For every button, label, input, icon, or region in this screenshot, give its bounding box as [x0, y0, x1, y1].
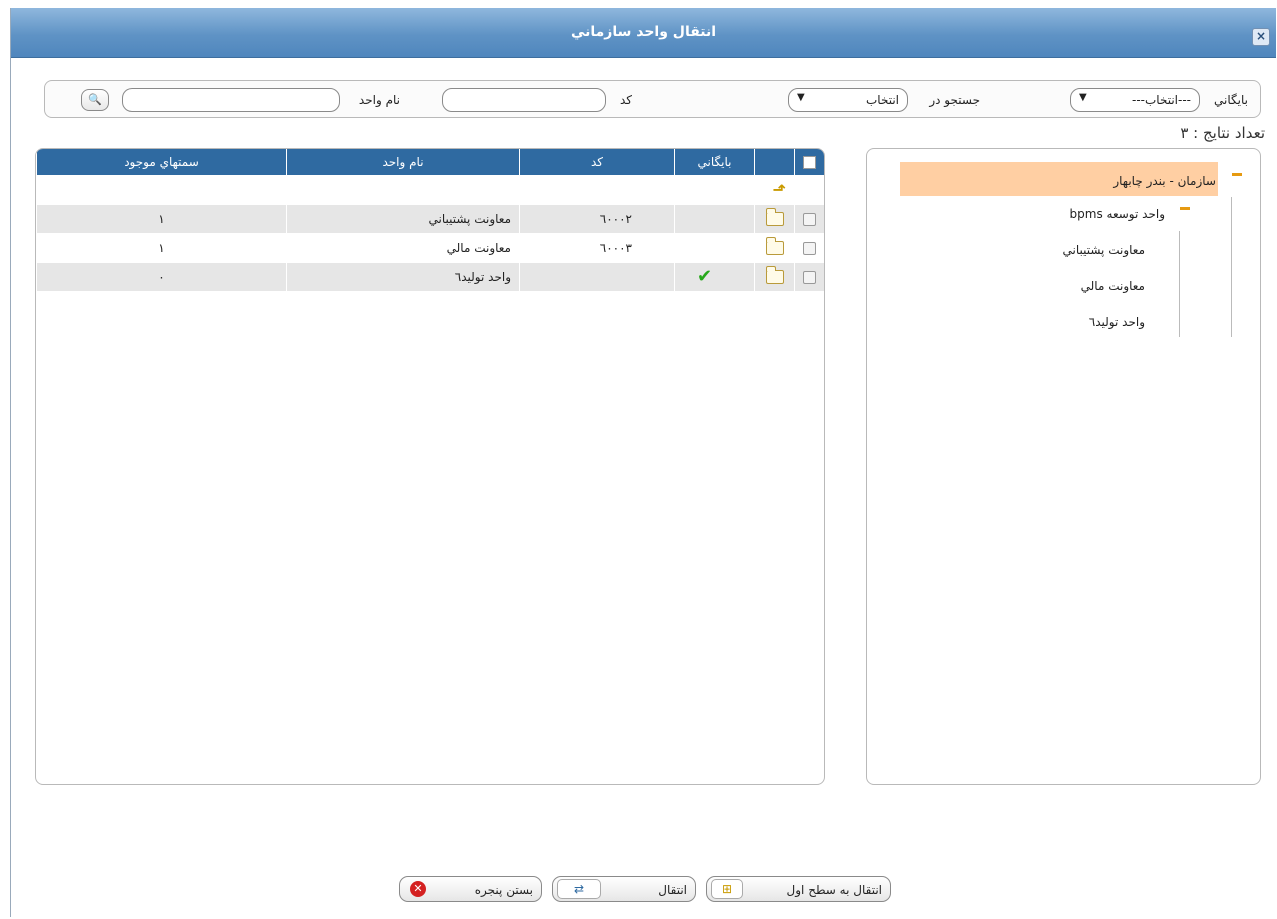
- folder-icon[interactable]: [765, 207, 784, 226]
- table-row[interactable]: ✔ واحد توليد٦ ٠: [36, 261, 824, 291]
- archive-select-value: ---انتخاب---: [1132, 93, 1191, 107]
- close-icon[interactable]: ×: [1252, 28, 1270, 46]
- archive-column-header[interactable]: بايگاني: [674, 149, 755, 175]
- title-bar[interactable]: انتقال واحد سازماني ×: [11, 8, 1276, 58]
- move-to-top-level-button[interactable]: انتقال به سطح اول ⊞: [706, 876, 891, 902]
- code-cell: [519, 261, 675, 291]
- chevron-down-icon: ▼: [797, 92, 805, 103]
- select-all-cell: [794, 149, 824, 175]
- code-cell: ٦٠٠٠٢: [519, 203, 675, 233]
- unit-name-cell: معاونت مالي: [286, 232, 520, 262]
- tree-line: [1179, 231, 1180, 337]
- archive-select[interactable]: ---انتخاب--- ▼: [1070, 88, 1200, 112]
- unit-name-input[interactable]: [122, 88, 340, 112]
- archive-cell: ✔: [674, 261, 755, 291]
- folder-icon[interactable]: [765, 236, 784, 255]
- unit-name-cell: واحد توليد٦: [286, 261, 520, 291]
- archive-label: بايگاني: [1214, 93, 1248, 107]
- tree-leaf-support[interactable]: معاونت پشتيباني: [1062, 243, 1145, 257]
- up-folder-icon[interactable]: ⬏: [773, 180, 786, 199]
- code-column-header[interactable]: كد: [519, 149, 675, 175]
- icon-column-header: [754, 149, 795, 175]
- table-row[interactable]: ٦٠٠٠٢ معاونت پشتيباني ١: [36, 203, 824, 233]
- unit-name-column-header[interactable]: نام واحد: [286, 149, 520, 175]
- close-window-label: بستن پنجره: [474, 883, 533, 897]
- check-icon: ✔: [697, 266, 713, 288]
- tree-line: [1231, 197, 1232, 337]
- row-checkbox[interactable]: [803, 241, 817, 255]
- search-icon: 🔍: [88, 93, 102, 106]
- positions-cell: ٠: [36, 261, 287, 291]
- org-tree-panel: سازمان - بندر چابهار واحد توسعه bpms معا…: [866, 148, 1261, 785]
- close-window-button[interactable]: بستن پنجره ✕: [399, 876, 542, 902]
- dialog-window: انتقال واحد سازماني × بايگاني ---انتخاب-…: [10, 8, 1276, 917]
- tree-leaf-production[interactable]: واحد توليد٦: [1089, 315, 1145, 329]
- units-table: بايگاني كد نام واحد سمتهاي موجود ⬏ ٦٠٠٠٢: [36, 149, 824, 291]
- table-header-row: بايگاني كد نام واحد سمتهاي موجود: [36, 149, 824, 175]
- close-x: ✕: [410, 881, 426, 897]
- folder-icon[interactable]: [765, 266, 784, 284]
- folder-move-icon: ⇄: [557, 879, 601, 899]
- row-checkbox[interactable]: [803, 270, 817, 284]
- results-count: تعداد نتايج : ٣: [1180, 124, 1265, 142]
- search-in-select-value: انتخاب: [866, 93, 899, 107]
- positions-cell: ١: [36, 232, 287, 262]
- unit-name-cell: معاونت پشتيباني: [286, 203, 520, 233]
- close-circle-icon: ✕: [404, 879, 432, 899]
- row-checkbox[interactable]: [803, 212, 817, 226]
- search-in-select[interactable]: انتخاب ▼: [788, 88, 908, 112]
- search-button[interactable]: 🔍: [81, 89, 109, 111]
- tree-node-root[interactable]: سازمان - بندر چابهار: [900, 162, 1218, 196]
- collapse-icon[interactable]: [1232, 173, 1242, 176]
- search-bar: بايگاني ---انتخاب--- ▼ جستجو در انتخاب ▼…: [44, 80, 1261, 118]
- code-cell: ٦٠٠٠٣: [519, 232, 675, 262]
- code-label: كد: [619, 93, 632, 107]
- chevron-down-icon: ▼: [1079, 92, 1087, 103]
- dialog-title: انتقال واحد سازماني: [570, 24, 717, 40]
- move-label: انتقال: [658, 883, 687, 897]
- units-grid: بايگاني كد نام واحد سمتهاي موجود ⬏ ٦٠٠٠٢: [35, 148, 825, 785]
- collapse-icon[interactable]: [1180, 207, 1190, 210]
- unit-name-label: نام واحد: [358, 93, 400, 107]
- select-all-checkbox[interactable]: [803, 155, 817, 169]
- archive-cell: [674, 232, 755, 262]
- tree-node-child[interactable]: واحد توسعه bpms: [1070, 207, 1165, 221]
- positions-cell: ١: [36, 203, 287, 233]
- table-row[interactable]: ٦٠٠٠٣ معاونت مالي ١: [36, 232, 824, 262]
- archive-cell: [674, 203, 755, 233]
- search-in-label: جستجو در: [929, 93, 980, 107]
- move-button[interactable]: انتقال ⇄: [552, 876, 696, 902]
- code-input[interactable]: [442, 88, 606, 112]
- tree-leaf-finance[interactable]: معاونت مالي: [1081, 279, 1145, 293]
- positions-column-header[interactable]: سمتهاي موجود: [36, 149, 287, 175]
- hierarchy-icon: ⊞: [711, 879, 743, 899]
- table-row-up: ⬏: [36, 174, 824, 204]
- move-to-top-level-label: انتقال به سطح اول: [786, 883, 882, 897]
